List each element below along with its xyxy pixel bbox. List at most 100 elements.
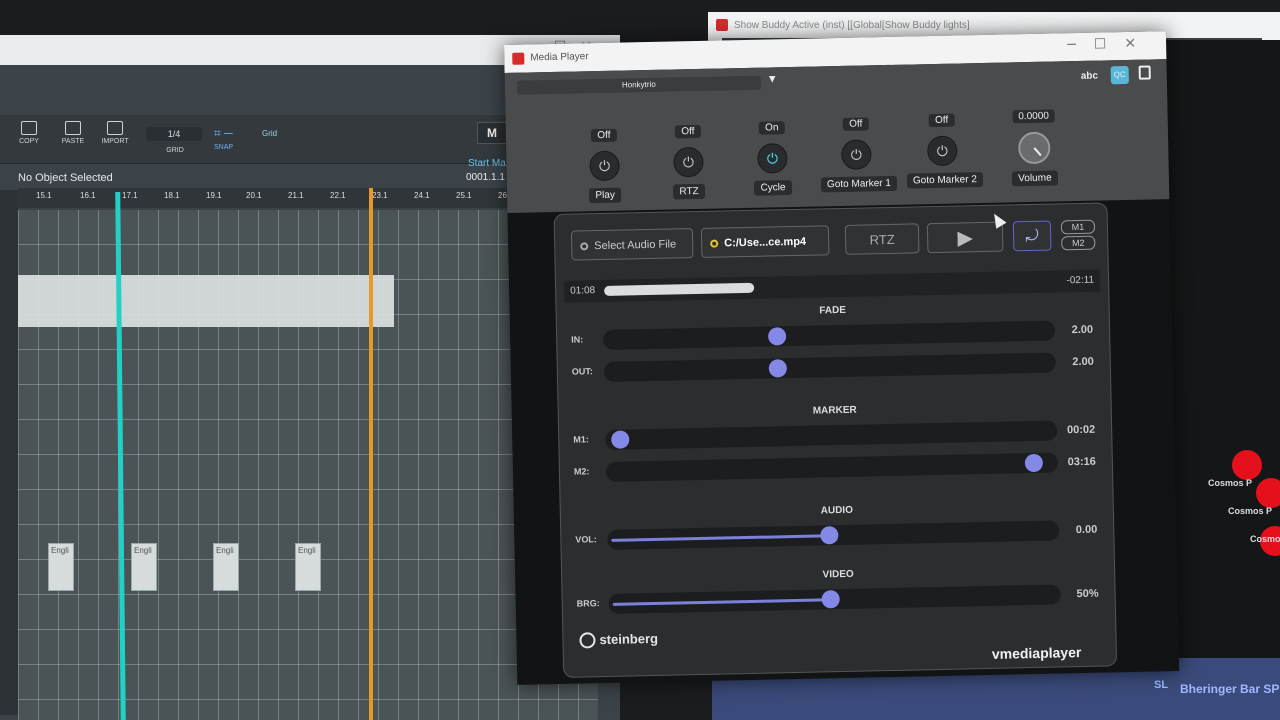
start-marker-label: Start Ma bbox=[468, 158, 506, 169]
app-icon bbox=[512, 52, 525, 65]
ruler-tick: 24.1 bbox=[414, 191, 430, 200]
m1-slider[interactable] bbox=[605, 420, 1058, 450]
m2-button[interactable]: M2 bbox=[1061, 235, 1096, 251]
snap-icon[interactable]: ⌗ ─ bbox=[214, 126, 233, 141]
fade-out-slider[interactable] bbox=[603, 352, 1056, 382]
document-icon[interactable] bbox=[1138, 65, 1151, 80]
node-canvas[interactable]: Cosmos P Cosmos P Cosmo bbox=[1160, 40, 1280, 680]
m1-value: 00:02 bbox=[1066, 423, 1096, 437]
control-rtz: Off ⏻ RTZ bbox=[652, 120, 726, 200]
goto-marker-2-label[interactable]: Goto Marker 2 bbox=[906, 172, 984, 189]
loop-button[interactable]: ⤾ bbox=[1012, 220, 1052, 252]
copy-button[interactable]: COPY bbox=[4, 121, 54, 145]
loop-marker[interactable] bbox=[369, 188, 373, 720]
steinberg-icon bbox=[579, 632, 596, 649]
fade-in-label: IN: bbox=[571, 334, 584, 345]
m1-button[interactable]: M1 bbox=[1060, 219, 1096, 235]
time-remaining: -02:11 bbox=[1066, 274, 1095, 287]
power-icon[interactable]: ⏻ bbox=[927, 135, 958, 167]
play-state: Off bbox=[591, 128, 617, 143]
grid-mode-label[interactable]: Grid bbox=[262, 129, 277, 138]
ruler-tick: 16.1 bbox=[80, 191, 96, 200]
volume-knob[interactable] bbox=[1017, 131, 1051, 165]
vol-row: VOL: 0.00 bbox=[569, 518, 1105, 553]
cycle-label[interactable]: Cycle bbox=[754, 180, 792, 196]
slider-knob[interactable] bbox=[769, 359, 788, 378]
record-icon bbox=[580, 242, 589, 251]
chevron-down-icon[interactable]: ▼ bbox=[767, 73, 778, 85]
play-label[interactable]: Play bbox=[589, 187, 622, 204]
cycle-state: On bbox=[758, 121, 785, 135]
ruler-tick: 17.1 bbox=[122, 191, 138, 200]
file-icon bbox=[710, 239, 719, 248]
slider-knob[interactable] bbox=[819, 526, 839, 545]
preset-select[interactable]: Honkytrio bbox=[516, 75, 761, 95]
product-name: vmediaplayer bbox=[991, 644, 1082, 662]
power-icon[interactable]: ⏻ bbox=[589, 150, 620, 182]
fade-in-value: 2.00 bbox=[1071, 323, 1094, 337]
node-dot[interactable] bbox=[1256, 478, 1280, 508]
volume-value: 0.0000 bbox=[1012, 109, 1056, 124]
control-play: Off ⏻ Play bbox=[568, 124, 642, 204]
power-icon[interactable]: ⏻ bbox=[841, 139, 872, 170]
node-label: Cosmo bbox=[1250, 534, 1280, 544]
ruler-tick: 22.1 bbox=[330, 191, 346, 200]
channel-label: SL bbox=[1154, 679, 1169, 691]
brg-row: BRG: 50% bbox=[570, 582, 1106, 617]
track-header-strip bbox=[0, 190, 18, 715]
window-controls[interactable]: ─☐✕ bbox=[1067, 35, 1154, 53]
slider-knob[interactable] bbox=[821, 590, 840, 609]
import-button[interactable]: IMPORT bbox=[90, 121, 140, 145]
grid-value-select[interactable]: 1/4 bbox=[146, 127, 202, 141]
slider-knob[interactable] bbox=[768, 327, 787, 346]
ruler-tick: 21.1 bbox=[288, 191, 304, 200]
vmediaplayer-panel: Select Audio File C:/Use...ce.mp4 RTZ ▶ … bbox=[553, 202, 1118, 678]
vol-value: 0.00 bbox=[1075, 523, 1098, 537]
m1-row: M1: 00:02 bbox=[567, 418, 1103, 453]
power-icon[interactable]: ⏻ bbox=[673, 146, 704, 178]
m2-slider[interactable] bbox=[605, 452, 1059, 482]
vol-label: VOL: bbox=[575, 534, 597, 545]
select-audio-file-button[interactable]: Select Audio File bbox=[570, 228, 694, 261]
abc-button[interactable]: abc bbox=[1081, 71, 1098, 82]
power-icon[interactable]: ⏻ bbox=[757, 143, 788, 174]
slider-knob[interactable] bbox=[611, 430, 630, 449]
goto-marker-2-state: Off bbox=[928, 113, 955, 128]
audio-clip[interactable]: Engli bbox=[48, 543, 74, 591]
slider-knob[interactable] bbox=[1024, 453, 1044, 473]
qc-button[interactable]: QC bbox=[1110, 65, 1129, 85]
fade-in-slider[interactable] bbox=[602, 320, 1056, 350]
position-bar[interactable] bbox=[604, 282, 754, 296]
brg-value: 50% bbox=[1076, 587, 1099, 601]
ruler-tick: 15.1 bbox=[36, 191, 52, 200]
time-elapsed: 01:08 bbox=[570, 285, 596, 297]
audio-clip[interactable]: Engli bbox=[131, 543, 157, 591]
selection-status: No Object Selected bbox=[18, 172, 113, 184]
brg-slider[interactable] bbox=[608, 584, 1061, 614]
grid-label: GRID bbox=[166, 147, 184, 154]
selected-region[interactable] bbox=[18, 275, 394, 327]
play-button[interactable]: ▶ bbox=[926, 221, 1004, 254]
start-marker-value[interactable]: 0001.1.1 bbox=[466, 172, 505, 183]
file-path-button[interactable]: C:/Use...ce.mp4 bbox=[700, 225, 830, 258]
control-goto-marker-2: Off ⏻ Goto Marker 2 bbox=[905, 109, 984, 189]
audio-clip[interactable]: Engli bbox=[295, 543, 321, 591]
rtz-button[interactable]: RTZ bbox=[844, 223, 920, 255]
fade-out-row: OUT: 2.00 bbox=[566, 350, 1102, 385]
m2-row: M2: 03:16 bbox=[568, 450, 1104, 485]
node-dot[interactable] bbox=[1232, 450, 1262, 480]
rtz-label[interactable]: RTZ bbox=[673, 183, 705, 200]
plugin-header: Honkytrio ▼ abc QC Off ⏻ Play Off ⏻ RTZ … bbox=[504, 59, 1170, 213]
goto-marker-1-label[interactable]: Goto Marker 1 bbox=[820, 175, 898, 193]
copy-icon bbox=[21, 121, 37, 135]
media-player-window: Media Player ─☐✕ Honkytrio ▼ abc QC Off … bbox=[504, 31, 1180, 685]
timeline-ruler[interactable]: 15.1 16.1 17.1 18.1 19.1 20.1 21.1 22.1 … bbox=[18, 188, 510, 208]
node-label: Cosmos P bbox=[1208, 478, 1253, 488]
ruler-tick: 25.1 bbox=[456, 191, 472, 200]
m-button[interactable]: M bbox=[477, 122, 507, 144]
audio-clip[interactable]: Engli bbox=[213, 543, 239, 591]
snap-label: SNAP bbox=[214, 144, 234, 151]
fade-in-row: IN: 2.00 bbox=[565, 318, 1101, 353]
vol-slider[interactable] bbox=[607, 520, 1060, 550]
position-row: 01:08 -02:11 bbox=[563, 269, 1101, 303]
